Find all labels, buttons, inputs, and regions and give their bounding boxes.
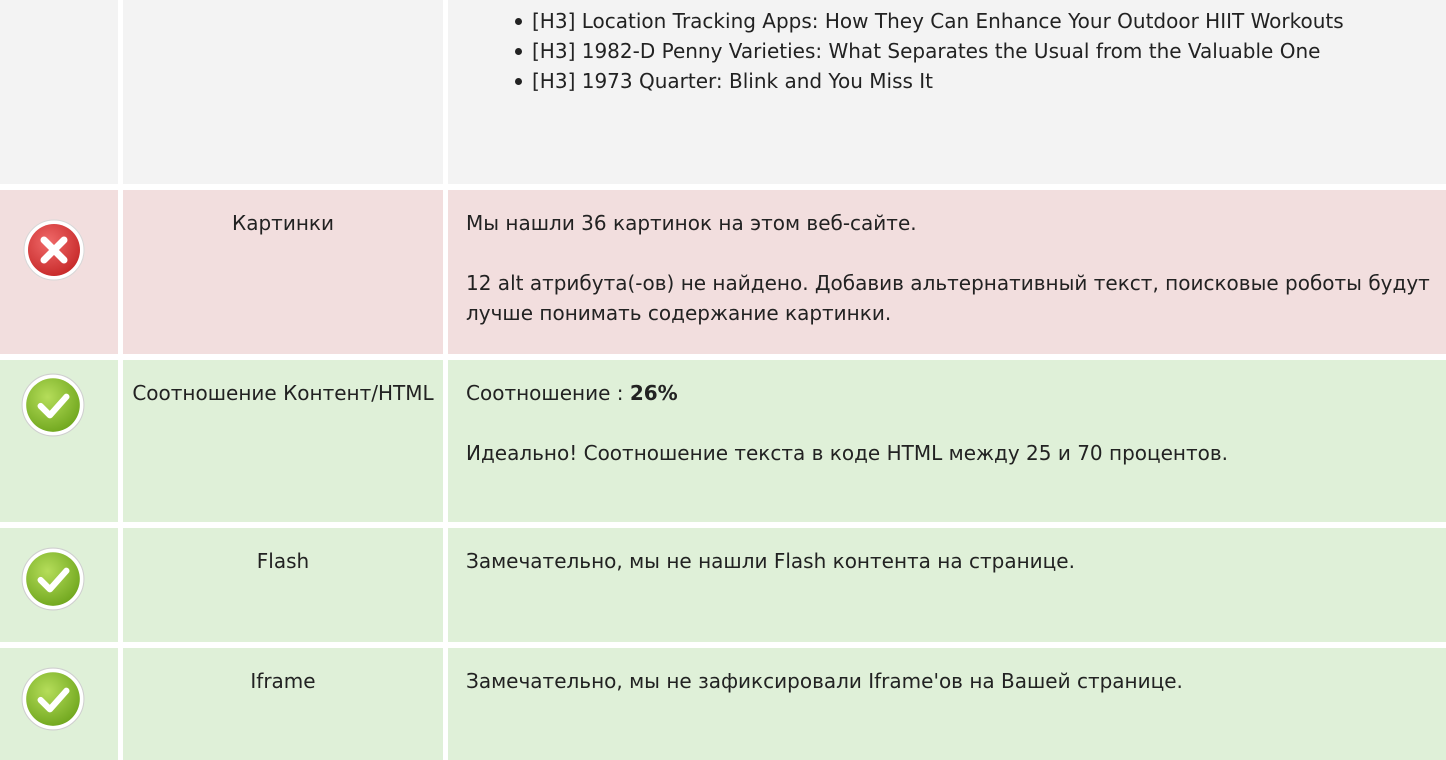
iframe-row: Iframe Замечательно, мы не зафиксировали… [0, 648, 1446, 760]
headings-icon-cell [0, 0, 118, 184]
images-row: Картинки Мы нашли 36 картинок на этом ве… [0, 190, 1446, 354]
flash-row: Flash Замечательно, мы не нашли Flash ко… [0, 528, 1446, 642]
flash-label: Flash [123, 528, 443, 642]
iframe-label: Iframe [123, 648, 443, 760]
ratio-status-cell [0, 360, 118, 522]
iframe-result-text: Замечательно, мы не зафиксировали Iframe… [466, 669, 1183, 693]
error-x-icon [23, 219, 85, 281]
iframe-content: Замечательно, мы не зафиксировали Iframe… [448, 648, 1446, 760]
ratio-row: Соотношение Контент/HTML Соотношение : 2… [0, 360, 1446, 522]
ratio-label: Соотношение Контент/HTML [123, 360, 443, 522]
images-count-text: Мы нашли 36 картинок на этом веб-сайте. [466, 211, 917, 235]
seo-report-table: [H3] Location Tracking Apps: How They Ca… [0, 0, 1446, 760]
ratio-prefix: Соотношение : [466, 381, 630, 405]
ratio-value: 26% [629, 381, 678, 405]
heading-item: [H3] 1982-D Penny Varieties: What Separa… [515, 36, 1446, 66]
heading-item: [H3] Location Tracking Apps: How They Ca… [515, 6, 1446, 36]
headings-label-cell [123, 0, 443, 184]
images-label: Картинки [123, 190, 443, 354]
flash-result-text: Замечательно, мы не нашли Flash контента… [466, 549, 1075, 573]
check-icon [21, 373, 85, 437]
images-alt-text: 12 alt атрибута(-ов) не найдено. Добавив… [466, 271, 1430, 325]
flash-status-cell [0, 528, 118, 642]
headings-content-cell: [H3] Location Tracking Apps: How They Ca… [448, 0, 1446, 184]
check-icon [21, 667, 85, 731]
ratio-value-line: Соотношение : 26% [466, 378, 1446, 408]
images-status-cell [0, 190, 118, 354]
flash-content: Замечательно, мы не нашли Flash контента… [448, 528, 1446, 642]
heading-item: [H3] 1973 Quarter: Blink and You Miss It [515, 66, 1446, 96]
ratio-content: Соотношение : 26% Идеально! Соотношение … [448, 360, 1446, 522]
images-content: Мы нашли 36 картинок на этом веб-сайте. … [448, 190, 1446, 354]
headings-list: [H3] Location Tracking Apps: How They Ca… [466, 6, 1446, 96]
ratio-verdict-text: Идеально! Соотношение текста в коде HTML… [466, 441, 1229, 465]
headings-row: [H3] Location Tracking Apps: How They Ca… [0, 0, 1446, 184]
iframe-status-cell [0, 648, 118, 760]
check-icon [21, 547, 85, 611]
